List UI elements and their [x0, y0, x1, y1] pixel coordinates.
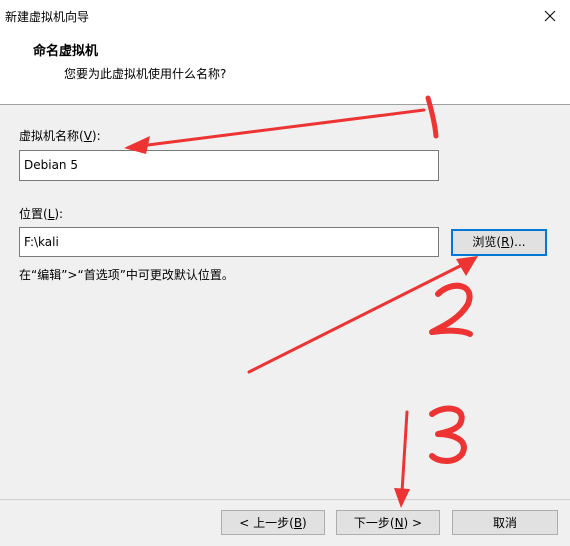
next-button[interactable]: 下一步(N) >: [336, 510, 440, 535]
back-button[interactable]: < 上一步(B): [221, 510, 325, 535]
arrow-3: [394, 410, 410, 508]
annotation-number-3: [429, 405, 467, 464]
page-subtitle: 您要为此虚拟机使用什么名称?: [64, 67, 227, 81]
location-hint: 在“编辑”>“首选项”中可更改默认位置。: [19, 268, 234, 282]
annotation-number-2: [429, 282, 473, 337]
close-button[interactable]: [532, 0, 568, 32]
vm-name-label: 虚拟机名称(V):: [19, 129, 101, 143]
cancel-button[interactable]: 取消: [452, 510, 558, 535]
arrow-1: [124, 108, 426, 154]
close-icon: [544, 10, 556, 22]
arrow-2: [247, 256, 478, 374]
location-label: 位置(L):: [19, 207, 64, 221]
footer-divider: [0, 499, 570, 500]
vm-name-input[interactable]: Debian 5: [19, 150, 439, 181]
page-title: 命名虚拟机: [33, 44, 99, 59]
location-input[interactable]: F:\kali: [19, 227, 439, 257]
window-title: 新建虚拟机向导: [5, 10, 90, 24]
browse-button[interactable]: 浏览(R)...: [451, 229, 547, 256]
